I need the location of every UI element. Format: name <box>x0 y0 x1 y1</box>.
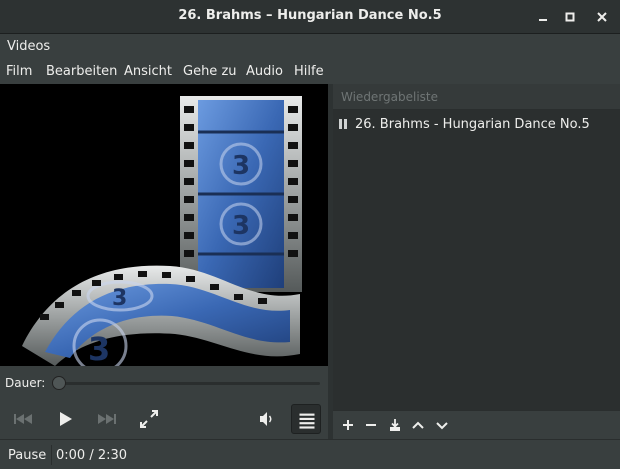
svg-text:3: 3 <box>88 330 110 366</box>
playlist-list[interactable]: 26. Brahms - Hungarian Dance No.5 <box>333 110 620 410</box>
playlist-toolbar <box>333 410 620 439</box>
menu-bearbeiten[interactable]: Bearbeiten <box>46 64 117 79</box>
menu-audio[interactable]: Audio <box>246 64 283 79</box>
seek-track[interactable] <box>55 382 320 385</box>
save-icon <box>390 419 400 431</box>
add-button[interactable] <box>337 414 359 436</box>
menu-hilfe[interactable]: Hilfe <box>294 64 324 79</box>
close-icon <box>597 12 607 22</box>
seek-bar-row: Dauer: <box>0 366 328 400</box>
move-up-button[interactable] <box>407 414 429 436</box>
next-button[interactable] <box>92 404 122 434</box>
save-button[interactable] <box>384 414 406 436</box>
minimize-button[interactable] <box>534 8 552 26</box>
menu-film[interactable]: Film <box>6 64 32 79</box>
pause-icon <box>339 119 348 129</box>
play-icon <box>60 412 72 426</box>
minimize-icon <box>539 19 547 21</box>
video-area[interactable]: 333 3 3 <box>0 84 328 366</box>
status-separator <box>51 445 52 465</box>
play-button[interactable] <box>50 404 80 434</box>
playlist-item[interactable]: 26. Brahms - Hungarian Dance No.5 <box>333 114 620 136</box>
add-icon <box>343 420 353 430</box>
time-display: 0:00 / 2:30 <box>56 448 128 463</box>
app-menu-bar: Videos <box>0 34 620 60</box>
seek-label: Dauer: <box>5 376 46 390</box>
menu-ansicht[interactable]: Ansicht <box>124 64 172 79</box>
window-title: 26. Brahms – Hungarian Dance No.5 <box>178 8 442 23</box>
menu-gehe-zu[interactable]: Gehe zu <box>183 64 237 79</box>
volume-icon <box>260 412 272 426</box>
close-button[interactable] <box>593 8 611 26</box>
next-icon <box>98 414 116 424</box>
title-bar: 26. Brahms – Hungarian Dance No.5 <box>0 0 620 34</box>
previous-button[interactable] <box>8 404 38 434</box>
move-down-icon <box>436 422 448 430</box>
move-down-button[interactable] <box>431 414 453 436</box>
svg-text:3: 3 <box>112 286 127 311</box>
film-reel-logo: 333 3 3 <box>22 96 302 366</box>
playlist-item-label: 26. Brahms - Hungarian Dance No.5 <box>355 117 590 132</box>
fullscreen-button[interactable] <box>134 404 164 434</box>
svg-text:3: 3 <box>232 151 250 181</box>
seek-handle[interactable] <box>52 376 66 390</box>
playlist-title: Wiedergabeliste <box>341 90 439 104</box>
maximize-icon <box>565 12 575 22</box>
playback-controls <box>0 400 328 438</box>
playlist-toggle-icon <box>299 413 315 429</box>
svg-text:3: 3 <box>232 211 250 241</box>
playlist-header: Wiedergabeliste <box>333 84 620 110</box>
previous-icon <box>14 414 32 424</box>
playback-state: Pause <box>8 448 47 463</box>
status-bar: Pause 0:00 / 2:30 <box>0 439 620 469</box>
fullscreen-icon <box>140 410 158 428</box>
playlist-toggle-button[interactable] <box>291 404 321 434</box>
remove-icon <box>366 424 376 426</box>
maximize-button[interactable] <box>561 8 579 26</box>
playlist-panel: Wiedergabeliste 26. Brahms - Hungarian D… <box>333 84 620 439</box>
move-up-icon <box>412 421 424 429</box>
volume-button[interactable] <box>252 404 282 434</box>
remove-button[interactable] <box>360 414 382 436</box>
app-menu-videos[interactable]: Videos <box>7 39 50 54</box>
menu-bar: Film Bearbeiten Ansicht Gehe zu Audio Hi… <box>0 60 620 84</box>
